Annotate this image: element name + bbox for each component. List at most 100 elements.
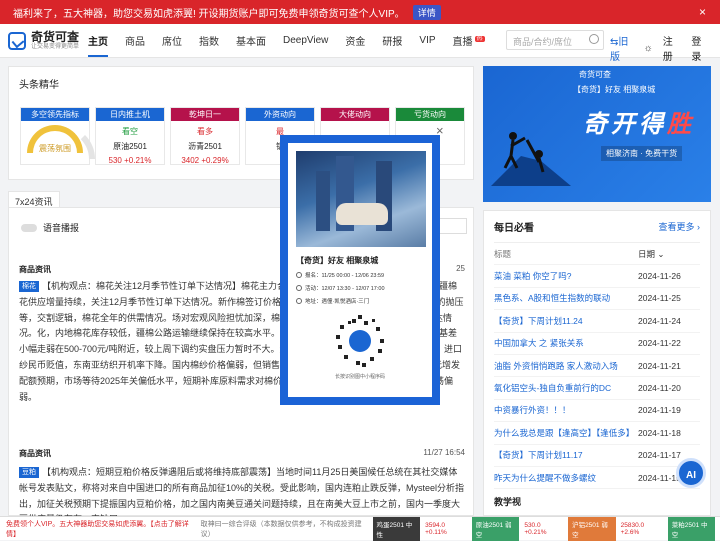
card-head: 多空领先指标	[21, 108, 89, 121]
recommend-more-link[interactable]: 查看更多 ›	[659, 220, 701, 233]
card-longshort[interactable]: 多空领先指标 震荡氛围	[20, 107, 95, 165]
next-section-title: 教学视	[494, 497, 522, 508]
card-price: 3402 +0.29%	[181, 156, 229, 165]
card-head: 外资动向	[246, 108, 314, 121]
search-icon[interactable]	[589, 34, 599, 44]
search-input[interactable]: 商品/合约/席位	[506, 30, 604, 50]
headline-title: 头条精华	[19, 80, 59, 91]
ticker-item[interactable]: 沪铝2501 弱空 25830.0 +2.6%	[568, 516, 662, 541]
popup-close-icon[interactable]: ×	[436, 123, 444, 138]
nav-live-label: 直播	[452, 37, 473, 48]
recommend-row-title[interactable]: 【奇货】下周计划11.17	[494, 449, 583, 461]
news-tag[interactable]: 棉花	[19, 281, 39, 293]
nav-research[interactable]: 研报	[382, 33, 402, 48]
ticker-item[interactable]: 菜粕2501 中空	[667, 516, 720, 541]
promo-ad[interactable]: 奇货可查 【奇货】好友 相聚泉城 奇开得胜 相聚济南 · 免费干货	[483, 66, 711, 202]
ticker-value: 3594.0 +0.11%	[425, 521, 447, 536]
ad-tagline: 【奇货】好友 相聚泉城	[573, 85, 656, 94]
news-tag[interactable]: 豆粕	[19, 467, 39, 479]
banner-detail-button[interactable]: 详情	[412, 4, 441, 20]
broadcast-toggle[interactable]: 语音播报	[21, 221, 79, 234]
col-title: 标题	[494, 248, 512, 259]
calendar-icon	[296, 285, 302, 291]
popup-event: 活动：12/07 13:30 - 12/07 17:00	[296, 284, 424, 292]
location-icon	[296, 298, 302, 304]
theme-toggle-icon[interactable]: ☼	[644, 43, 653, 54]
toggle-switch[interactable]	[21, 223, 37, 232]
nav-seats[interactable]: 席位	[162, 33, 182, 48]
recommend-row[interactable]: 中资暴行外资！！！ 2024-11-19	[494, 400, 700, 423]
recommend-row[interactable]: 【奇货】下周计划11.17 2024-11-17	[494, 445, 700, 467]
hot-badge: 热	[474, 36, 485, 42]
card-intraday[interactable]: 日内推土机 看空 原油2501 530 +0.21%	[95, 107, 165, 165]
news-time: 25	[456, 264, 465, 273]
recommend-row[interactable]: 菜油 菜粕 你空了吗? 2024-11-26	[494, 265, 700, 288]
recommend-row-title[interactable]: 中资暴行外资！！！	[494, 404, 571, 416]
nav-fundamentals[interactable]: 基本面	[236, 33, 266, 48]
mini-program-qr-code	[332, 313, 388, 369]
recommend-row-title[interactable]: 中国加拿大 之 紧张关系	[494, 337, 584, 349]
card-qiankun[interactable]: 乾坤日一 看多 沥青2501 3402 +0.29%	[170, 107, 240, 165]
card-head: 日内推土机	[96, 108, 164, 121]
card-signal: 看空	[122, 127, 138, 136]
recommend-row[interactable]: 昨天为什么提醒不做多螺纹 2024-11-15	[494, 467, 700, 490]
popup-address: 地址：遇僮·凯悦酒店·三门	[296, 297, 424, 305]
popup-signup: 报名：11/25 00:00 - 12/06 23:59	[296, 271, 424, 279]
recommend-title: 每日必看	[494, 223, 534, 234]
clock-icon	[296, 272, 302, 278]
recommend-row[interactable]: 为什么我总是跟【逢高空】【逢低多】 2024-11-18	[494, 422, 700, 445]
recommend-row[interactable]: 中国加拿大 之 紧张关系 2024-11-22	[494, 333, 700, 355]
card-head: 亏货动向	[396, 108, 464, 121]
nav-commodity[interactable]: 商品	[125, 33, 145, 48]
recommend-row[interactable]: 【奇货】下周计划11.24 2024-11-24	[494, 310, 700, 333]
nav-home[interactable]: 主页	[88, 33, 108, 57]
card-signal: 看多	[197, 127, 213, 136]
recommend-row-date: 2024-11-18	[638, 427, 681, 438]
nav-vip[interactable]: VIP	[419, 35, 435, 46]
recommend-row-date: 2024-11-19	[638, 405, 681, 416]
recommend-header: 标题 日期 ⌄	[494, 243, 700, 266]
col-date[interactable]: 日期 ⌄	[638, 248, 700, 260]
recommend-row[interactable]: 黑色系、A股和恒生指数的联动 2024-11-25	[494, 288, 700, 311]
nav-funds[interactable]: 资金	[345, 33, 365, 48]
nav-deepview[interactable]: DeepView	[283, 35, 328, 46]
popup-address-text: 地址：遇僮·凯悦酒店·三门	[305, 299, 370, 305]
ad-headline-accent: 胜	[667, 111, 695, 138]
recommend-row-date: 2024-11-26	[638, 271, 681, 282]
recommend-row-title[interactable]: 菜油 菜粕 你空了吗?	[494, 270, 571, 282]
banner-close-icon[interactable]: ×	[699, 5, 706, 19]
ticker-list: 鸡蛋2501 中性 3594.0 +0.11% 原油2501 弱空 530.0 +0.…	[367, 516, 720, 541]
ai-assistant-button[interactable]: AI	[676, 458, 706, 488]
recommend-row[interactable]: 油脂 外资悄悄跑路 家人激动入场 2024-11-21	[494, 355, 700, 378]
feed-filter[interactable]	[439, 218, 467, 234]
register-link[interactable]: 注册	[663, 33, 680, 63]
ticker-item[interactable]: 鸡蛋2501 中性 3594.0 +0.11%	[372, 516, 466, 541]
popup-caption: 长按识别图中小程序码	[334, 374, 385, 380]
nav-index[interactable]: 指数	[199, 33, 219, 48]
recommend-row-title[interactable]: 昨天为什么提醒不做多螺纹	[494, 472, 596, 484]
ad-sub: 相聚济南 · 免费干货	[601, 146, 683, 161]
ticker-name: 鸡蛋2501 中性	[372, 516, 421, 541]
news-time: 11/27 16:54	[423, 448, 465, 457]
recommend-row[interactable]: 氧化铝空头-独自负重前行的DC 2024-11-20	[494, 377, 700, 400]
footer-promo[interactable]: 免费领个人VIP。五大神器助您交易如虎添翼。【点击了解详情】	[6, 519, 193, 539]
gauge-icon	[27, 125, 95, 159]
nav-live[interactable]: 直播热	[453, 33, 485, 48]
recommend-row-date: 2024-11-25	[638, 293, 681, 304]
login-link[interactable]: 登录	[691, 33, 708, 63]
promo-banner: 福利来了，五大神器，助您交易如虎添翼! 开设期货账户即可免费申领奇货可查个人VI…	[0, 0, 720, 24]
logo[interactable]: 奇货可查 让交易变得更简单	[8, 31, 84, 51]
news-section: 商品资讯	[19, 449, 51, 458]
old-version-link[interactable]: ⇆旧版	[610, 33, 634, 63]
ticker-item[interactable]: 原油2501 弱空 530.0 +0.21%	[471, 516, 562, 541]
recommend-row-title[interactable]: 【奇货】下周计划11.24	[494, 315, 583, 327]
recommend-row-title[interactable]: 油脂 外资悄悄跑路 家人激动入场	[494, 360, 618, 372]
ticker-name: 原油2501 弱空	[471, 516, 520, 541]
news-section: 商品资讯	[19, 265, 51, 274]
card-contract: 原油2501	[113, 142, 147, 151]
recommend-row-title[interactable]: 黑色系、A股和恒生指数的联动	[494, 292, 610, 304]
ticker-value: 25830.0 +2.6%	[620, 521, 645, 536]
footer-note: 取神曰一综合评级（本数据仅供参考，不构成投资建议）	[200, 520, 362, 538]
recommend-row-title[interactable]: 氧化铝空头-独自负重前行的DC	[494, 382, 611, 394]
recommend-row-title[interactable]: 为什么我总是跟【逢高空】【逢低多】	[494, 427, 634, 439]
